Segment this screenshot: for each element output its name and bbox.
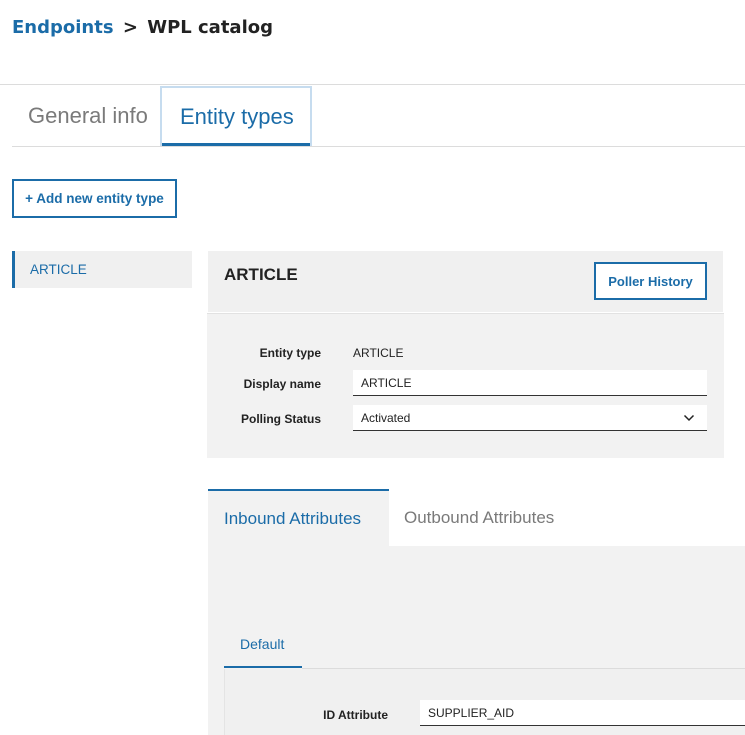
tab-general-info[interactable]: General info [12, 86, 160, 146]
breadcrumb-endpoints-link[interactable]: Endpoints [12, 17, 114, 38]
tab-entity-types[interactable]: Entity types [160, 86, 312, 146]
polling-status-label: Polling Status [240, 412, 321, 426]
add-entity-type-button[interactable]: + Add new entity type [12, 179, 177, 218]
sidebar-item-article[interactable]: ARTICLE [12, 251, 192, 288]
tab-outbound-attributes[interactable]: Outbound Attributes [389, 489, 589, 547]
id-attribute-value: SUPPLIER_AID [428, 705, 515, 720]
display-name-field[interactable]: ARTICLE [353, 370, 707, 396]
poller-history-button[interactable]: Poller History [594, 262, 707, 300]
display-name-label: Display name [243, 377, 321, 391]
tab-inbound-attributes[interactable]: Inbound Attributes [208, 489, 389, 547]
entity-type-value: ARTICLE [353, 346, 404, 360]
header-divider [0, 84, 745, 85]
breadcrumb: Endpoints > WPL catalog [12, 17, 273, 38]
chevron-down-icon [683, 411, 695, 425]
tab-default[interactable]: Default [224, 622, 302, 668]
entity-type-label: Entity type [259, 346, 321, 360]
id-attribute-label: ID Attribute [323, 708, 388, 722]
id-attribute-field[interactable]: SUPPLIER_AID [420, 700, 745, 726]
breadcrumb-separator: > [122, 17, 138, 38]
polling-status-select[interactable]: Activated [353, 405, 707, 431]
page-title: WPL catalog [147, 17, 273, 38]
entity-panel-title: ARTICLE [224, 265, 298, 284]
tabs-divider [12, 146, 745, 147]
display-name-value: ARTICLE [361, 375, 412, 390]
polling-status-value: Activated [361, 410, 411, 425]
